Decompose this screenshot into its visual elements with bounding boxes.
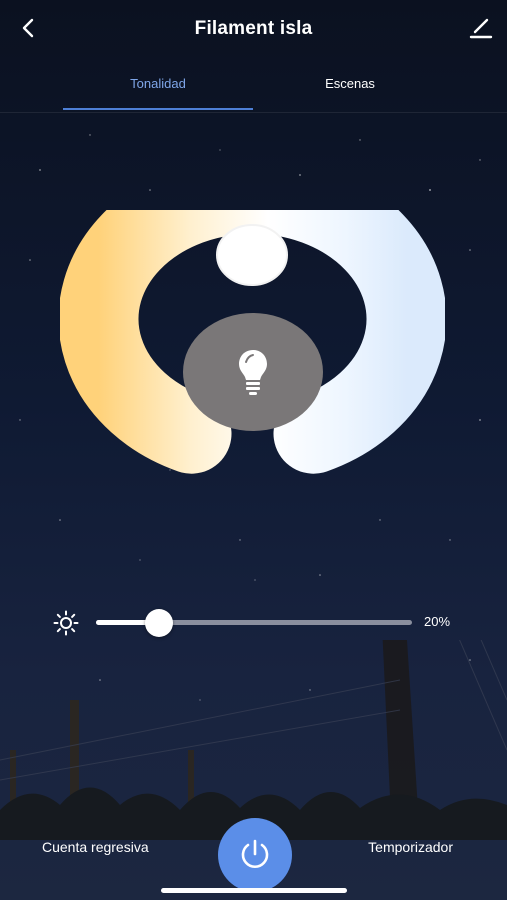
bottom-action-bar: Cuenta regresiva Temporizador <box>0 808 507 892</box>
timer-button[interactable]: Temporizador <box>368 839 453 855</box>
countdown-button[interactable]: Cuenta regresiva <box>42 839 149 855</box>
page-title: Filament isla <box>194 18 313 39</box>
lightbulb-icon <box>239 350 267 395</box>
tab-tonalidad[interactable]: Tonalidad <box>63 76 253 91</box>
brightness-value: 20% <box>424 614 451 629</box>
dial-handle[interactable] <box>216 224 288 286</box>
sun-icon <box>53 610 79 636</box>
power-button[interactable] <box>218 818 292 892</box>
pencil-icon[interactable] <box>467 14 495 42</box>
active-tab-indicator <box>63 108 253 110</box>
tab-bar: Tonalidad Escenas <box>0 70 507 113</box>
home-indicator <box>161 888 347 893</box>
power-icon <box>241 839 269 868</box>
brightness-thumb[interactable] <box>145 609 174 637</box>
brightness-track[interactable] <box>96 609 412 637</box>
brightness-slider: 20% <box>0 606 507 638</box>
tab-escenas[interactable]: Escenas <box>255 76 445 91</box>
app-header: Filament isla <box>0 0 507 56</box>
